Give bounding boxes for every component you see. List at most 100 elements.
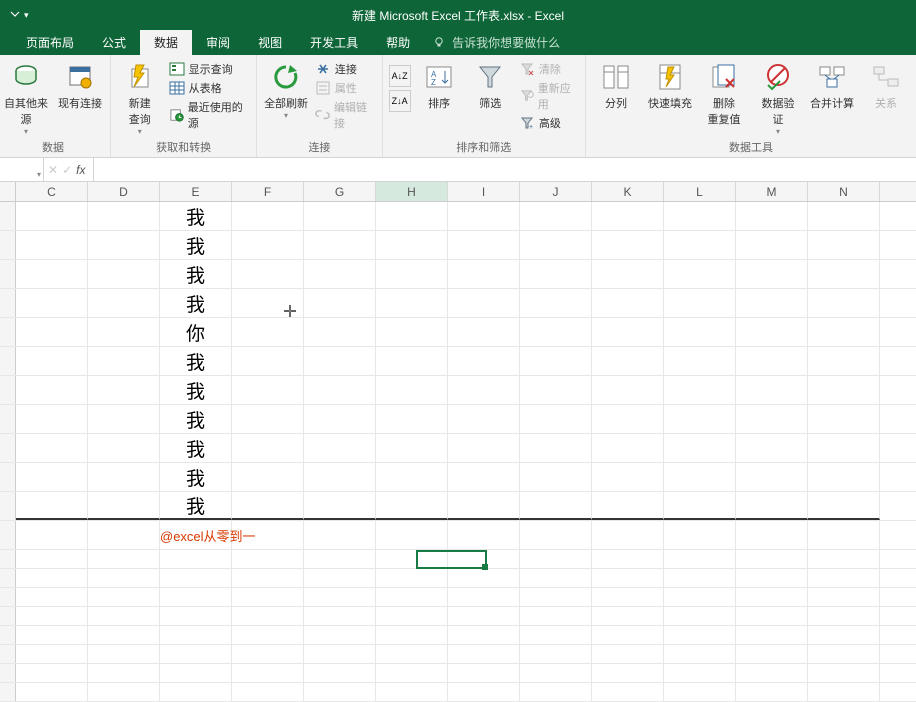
filter-button[interactable]: 筛选 xyxy=(468,59,513,111)
cell[interactable] xyxy=(736,260,808,288)
cell[interactable] xyxy=(16,376,88,404)
cell[interactable] xyxy=(232,626,304,644)
cell[interactable] xyxy=(808,463,880,491)
cell[interactable] xyxy=(664,347,736,375)
cell[interactable] xyxy=(376,588,448,606)
cell[interactable]: @excel从零到一 xyxy=(160,521,232,549)
cell[interactable] xyxy=(16,434,88,462)
cell[interactable] xyxy=(376,463,448,491)
cell[interactable] xyxy=(88,347,160,375)
cell[interactable] xyxy=(736,463,808,491)
cell[interactable] xyxy=(808,289,880,317)
cell[interactable] xyxy=(16,521,88,549)
cell[interactable]: 我 xyxy=(160,434,232,462)
col-header-G[interactable]: G xyxy=(304,182,376,201)
cell[interactable] xyxy=(808,376,880,404)
cell[interactable] xyxy=(736,289,808,317)
cell[interactable] xyxy=(304,289,376,317)
cell[interactable] xyxy=(664,289,736,317)
cell[interactable] xyxy=(160,626,232,644)
cell[interactable] xyxy=(664,588,736,606)
cell[interactable] xyxy=(232,683,304,701)
cell[interactable] xyxy=(304,521,376,549)
cell[interactable] xyxy=(232,376,304,404)
sort-button[interactable]: AZ 排序 xyxy=(417,59,462,111)
cell[interactable] xyxy=(808,434,880,462)
select-all-corner[interactable] xyxy=(0,182,16,201)
cell[interactable] xyxy=(664,318,736,346)
cell[interactable] xyxy=(520,588,592,606)
tab-formulas[interactable]: 公式 xyxy=(88,30,140,55)
cell[interactable] xyxy=(304,376,376,404)
cell[interactable] xyxy=(160,664,232,682)
row-header[interactable] xyxy=(0,645,16,663)
cell[interactable] xyxy=(16,664,88,682)
cell[interactable] xyxy=(232,463,304,491)
row-header[interactable] xyxy=(0,434,16,462)
cell[interactable] xyxy=(592,588,664,606)
cell[interactable] xyxy=(448,521,520,549)
new-query-button[interactable]: 新建 查询 ▾ xyxy=(117,59,163,136)
cell[interactable] xyxy=(376,405,448,433)
cell[interactable] xyxy=(808,318,880,346)
cell[interactable] xyxy=(88,683,160,701)
cell[interactable] xyxy=(520,231,592,259)
cell[interactable] xyxy=(448,289,520,317)
cell[interactable] xyxy=(376,550,448,568)
col-header-K[interactable]: K xyxy=(592,182,664,201)
cell[interactable] xyxy=(736,664,808,682)
cell[interactable] xyxy=(232,550,304,568)
cell[interactable] xyxy=(376,434,448,462)
cell[interactable] xyxy=(304,318,376,346)
row-header[interactable] xyxy=(0,289,16,317)
row-header[interactable] xyxy=(0,405,16,433)
cell[interactable] xyxy=(88,376,160,404)
cell[interactable] xyxy=(232,607,304,625)
cell[interactable] xyxy=(520,260,592,288)
cell[interactable] xyxy=(232,289,304,317)
cell[interactable] xyxy=(376,318,448,346)
cell[interactable] xyxy=(664,569,736,587)
cell[interactable] xyxy=(232,260,304,288)
cell[interactable] xyxy=(664,405,736,433)
cell[interactable] xyxy=(664,626,736,644)
cell[interactable] xyxy=(376,569,448,587)
cell[interactable] xyxy=(808,645,880,663)
cell[interactable] xyxy=(16,645,88,663)
row-header[interactable] xyxy=(0,683,16,701)
cell[interactable] xyxy=(520,289,592,317)
consolidate-button[interactable]: 合并计算 xyxy=(808,59,856,111)
cell[interactable] xyxy=(448,492,520,520)
cell[interactable] xyxy=(160,645,232,663)
cell[interactable] xyxy=(736,607,808,625)
cell[interactable] xyxy=(304,569,376,587)
cell[interactable] xyxy=(160,588,232,606)
cell[interactable] xyxy=(736,645,808,663)
cell[interactable] xyxy=(88,202,160,230)
cell[interactable] xyxy=(232,231,304,259)
cell[interactable] xyxy=(88,521,160,549)
cell[interactable]: 我 xyxy=(160,492,232,520)
row-header[interactable] xyxy=(0,664,16,682)
tab-pagelayout[interactable]: 页面布局 xyxy=(12,30,88,55)
cell[interactable] xyxy=(664,434,736,462)
cell[interactable] xyxy=(592,607,664,625)
cell[interactable] xyxy=(520,626,592,644)
cell[interactable] xyxy=(376,347,448,375)
row-header[interactable] xyxy=(0,626,16,644)
cell[interactable] xyxy=(376,683,448,701)
cell[interactable] xyxy=(16,347,88,375)
sort-asc-icon[interactable]: A↓Z xyxy=(389,65,411,87)
cell[interactable] xyxy=(520,376,592,404)
cell[interactable] xyxy=(88,463,160,491)
cell[interactable] xyxy=(808,664,880,682)
cell[interactable] xyxy=(16,492,88,520)
cell[interactable] xyxy=(592,376,664,404)
cell[interactable] xyxy=(520,645,592,663)
cell[interactable]: 我 xyxy=(160,405,232,433)
cell[interactable] xyxy=(520,347,592,375)
cell[interactable] xyxy=(808,202,880,230)
cell[interactable] xyxy=(376,607,448,625)
cell[interactable] xyxy=(808,607,880,625)
cell[interactable] xyxy=(520,202,592,230)
